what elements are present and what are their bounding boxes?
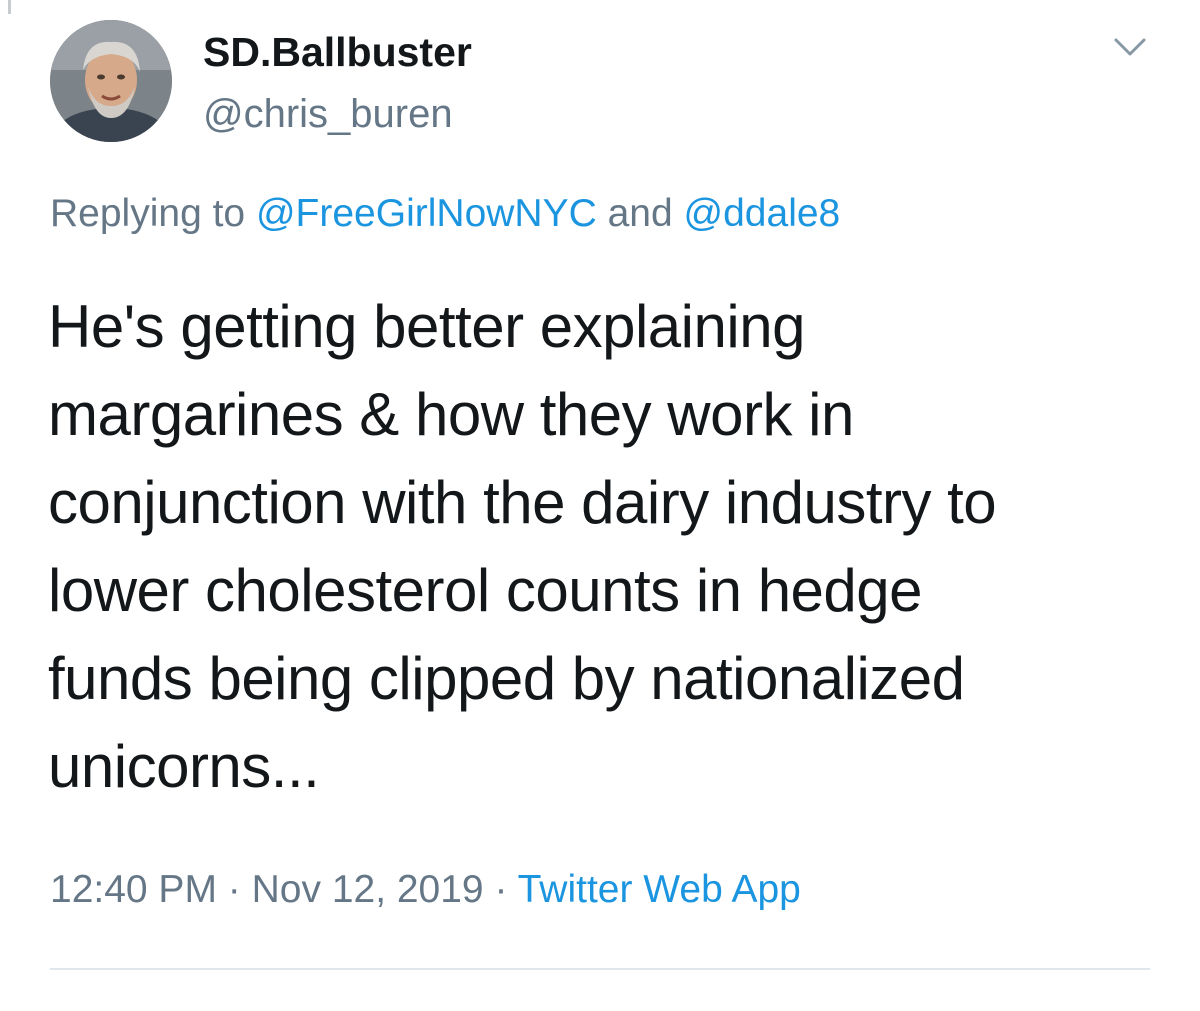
reply-mention-link[interactable]: @ddale8 (684, 192, 841, 235)
meta-separator: · (494, 868, 508, 911)
replying-prefix: Replying to (50, 192, 246, 235)
avatar-image (50, 20, 172, 142)
meta-separator: · (227, 868, 241, 911)
tweet-meta: 12:40 PM · Nov 12, 2019 · Twitter Web Ap… (50, 866, 801, 914)
user-handle[interactable]: @chris_buren (203, 90, 453, 138)
reply-joiner: and (607, 192, 673, 235)
reply-mention-link[interactable]: @FreeGirlNowNYC (256, 192, 597, 235)
scroll-indicator (8, 0, 11, 14)
tweet-time[interactable]: 12:40 PM (50, 868, 217, 911)
avatar[interactable] (50, 20, 172, 142)
tweet-text: He's getting better explaining margarine… (48, 293, 997, 800)
tweet-source-link[interactable]: Twitter Web App (518, 868, 801, 911)
divider (50, 968, 1150, 970)
tweet-date[interactable]: Nov 12, 2019 (252, 868, 484, 911)
chevron-down-icon[interactable] (1110, 30, 1150, 62)
display-name[interactable]: SD.Ballbuster (203, 28, 472, 76)
replying-to-line: Replying to @FreeGirlNowNYC and @ddale8 (50, 190, 840, 238)
